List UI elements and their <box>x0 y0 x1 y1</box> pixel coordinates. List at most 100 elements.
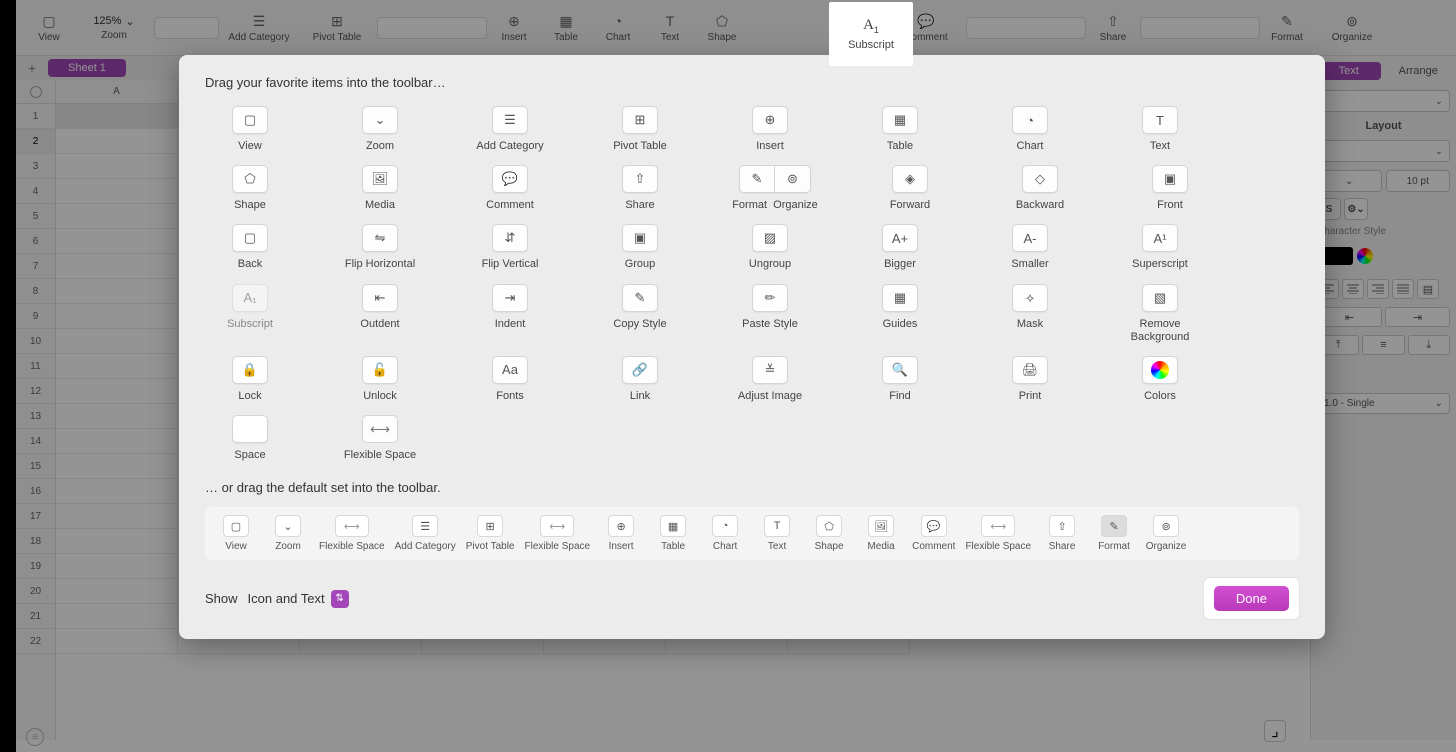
def-shape: ⬠Shape <box>808 515 850 552</box>
pal-front[interactable]: ▣Front <box>1125 165 1215 212</box>
pal-subscript[interactable]: A₁Subscript <box>205 284 295 344</box>
pal-shape[interactable]: ⬠Shape <box>205 165 295 212</box>
pal-find[interactable]: 🔍Find <box>855 356 945 403</box>
pal-forward[interactable]: ◈Forward <box>865 165 955 212</box>
print-icon: 🖨 <box>1012 356 1048 384</box>
pal-adjust-image[interactable]: ≚Adjust Image <box>725 356 815 403</box>
pal-format-organize[interactable]: ✎⊚Format Organize <box>725 165 825 212</box>
pal-space[interactable]: Space <box>205 415 295 462</box>
pal-fonts[interactable]: AaFonts <box>465 356 555 403</box>
share-icon: ⇧ <box>622 165 658 193</box>
pal-print[interactable]: 🖨Print <box>985 356 1075 403</box>
pal-media[interactable]: 🖼Media <box>335 165 425 212</box>
pal-paste-style[interactable]: ✏Paste Style <box>725 284 815 344</box>
pal-bigger[interactable]: A+Bigger <box>855 224 945 271</box>
find-icon: 🔍 <box>882 356 918 384</box>
flexible-space-icon <box>362 415 398 443</box>
pal-chart[interactable]: ◔Chart <box>985 106 1075 153</box>
pal-flip-h[interactable]: ⇋Flip Horizontal <box>335 224 425 271</box>
organize-icon: ⊚ <box>775 166 810 192</box>
app-window: ▢ View 125%⌄ Zoom ☰ Add Category ⊞ Pivot… <box>16 0 1456 752</box>
pal-colors[interactable]: Colors <box>1115 356 1205 403</box>
def-add-category: ☰Add Category <box>395 515 456 552</box>
pal-add-category[interactable]: ☰Add Category <box>465 106 555 153</box>
subscript-label: Subscript <box>848 39 894 51</box>
def-pivot: ⊞Pivot Table <box>466 515 515 552</box>
text-icon: T <box>764 515 790 537</box>
def-media: 🖼Media <box>860 515 902 552</box>
share-icon: ⇧ <box>1049 515 1075 537</box>
zoom-icon: ⌄ <box>362 106 398 134</box>
chart-icon: ◔ <box>1012 106 1048 134</box>
pal-ungroup[interactable]: ▨Ungroup <box>725 224 815 271</box>
outdent-icon: ⇤ <box>362 284 398 312</box>
flexible-space-icon <box>981 515 1015 537</box>
pal-remove-bg[interactable]: ▧Remove Background <box>1115 284 1205 344</box>
shape-icon: ⬠ <box>816 515 842 537</box>
pal-flexible-space[interactable]: Flexible Space <box>335 415 425 462</box>
comment-icon: 💬 <box>921 515 947 537</box>
pal-view[interactable]: ▢View <box>205 106 295 153</box>
def-text: TText <box>756 515 798 552</box>
pal-share[interactable]: ⇧Share <box>595 165 685 212</box>
front-icon: ▣ <box>1152 165 1188 193</box>
done-button[interactable]: Done <box>1214 586 1289 611</box>
space-icon <box>232 415 268 443</box>
pal-comment[interactable]: 💬Comment <box>465 165 555 212</box>
remove-bg-icon: ▧ <box>1142 284 1178 312</box>
def-format: ✎Format <box>1093 515 1135 552</box>
pal-guides[interactable]: ▦Guides <box>855 284 945 344</box>
comment-icon: 💬 <box>492 165 528 193</box>
text-icon: T <box>1142 106 1178 134</box>
done-button-container: Done <box>1204 578 1299 619</box>
show-label: Show <box>205 591 238 606</box>
group-icon: ▣ <box>622 224 658 252</box>
toolbar-subscript-highlight[interactable]: A1 Subscript <box>829 2 913 66</box>
toolbar-item-palette: ▢View ⌄Zoom ☰Add Category ⊞Pivot Table ⊕… <box>205 106 1299 462</box>
brush-icon: ✎ <box>740 166 775 192</box>
lock-icon: 🔒 <box>232 356 268 384</box>
def-view: ▢View <box>215 515 257 552</box>
organize-icon: ⊚ <box>1153 515 1179 537</box>
pal-mask[interactable]: ⟡Mask <box>985 284 1075 344</box>
pal-unlock[interactable]: 🔓Unlock <box>335 356 425 403</box>
forward-icon: ◈ <box>892 165 928 193</box>
link-icon: 🔗 <box>622 356 658 384</box>
show-mode-dropdown[interactable]: Icon and Text ⇅ <box>248 590 349 608</box>
smaller-icon: A- <box>1012 224 1048 252</box>
pal-outdent[interactable]: ⇤Outdent <box>335 284 425 344</box>
chart-icon: ◔ <box>712 515 738 537</box>
def-comment: 💬Comment <box>912 515 955 552</box>
pal-group[interactable]: ▣Group <box>595 224 685 271</box>
flip-v-icon: ⇵ <box>492 224 528 252</box>
flexible-space-icon <box>540 515 574 537</box>
pal-smaller[interactable]: A-Smaller <box>985 224 1075 271</box>
adjust-icon: ≚ <box>752 356 788 384</box>
customize-toolbar-sheet: Drag your favorite items into the toolba… <box>179 55 1325 639</box>
pal-superscript[interactable]: A¹Superscript <box>1115 224 1205 271</box>
pal-lock[interactable]: 🔒Lock <box>205 356 295 403</box>
pal-pivot-table[interactable]: ⊞Pivot Table <box>595 106 685 153</box>
pal-text[interactable]: TText <box>1115 106 1205 153</box>
pal-backward[interactable]: ◇Backward <box>995 165 1085 212</box>
unlock-icon: 🔓 <box>362 356 398 384</box>
media-icon: 🖼 <box>362 165 398 193</box>
pal-copy-style[interactable]: ✎Copy Style <box>595 284 685 344</box>
ungroup-icon: ▨ <box>752 224 788 252</box>
default-toolbar-set[interactable]: ▢View ⌄Zoom Flexible Space ☰Add Category… <box>205 507 1299 560</box>
pal-back[interactable]: ▢Back <box>205 224 295 271</box>
fonts-icon: Aa <box>492 356 528 384</box>
paste-style-icon: ✏ <box>752 284 788 312</box>
flip-h-icon: ⇋ <box>362 224 398 252</box>
pal-table[interactable]: ▦Table <box>855 106 945 153</box>
insert-icon: ⊕ <box>608 515 634 537</box>
list-icon: ☰ <box>492 106 528 134</box>
pal-flip-v[interactable]: ⇵Flip Vertical <box>465 224 555 271</box>
pal-indent[interactable]: ⇥Indent <box>465 284 555 344</box>
pal-insert[interactable]: ⊕Insert <box>725 106 815 153</box>
pal-zoom[interactable]: ⌄Zoom <box>335 106 425 153</box>
customize-header: Drag your favorite items into the toolba… <box>205 75 1299 90</box>
bigger-icon: A+ <box>882 224 918 252</box>
pal-link[interactable]: 🔗Link <box>595 356 685 403</box>
customize-footer: Show Icon and Text ⇅ Done <box>205 578 1299 619</box>
